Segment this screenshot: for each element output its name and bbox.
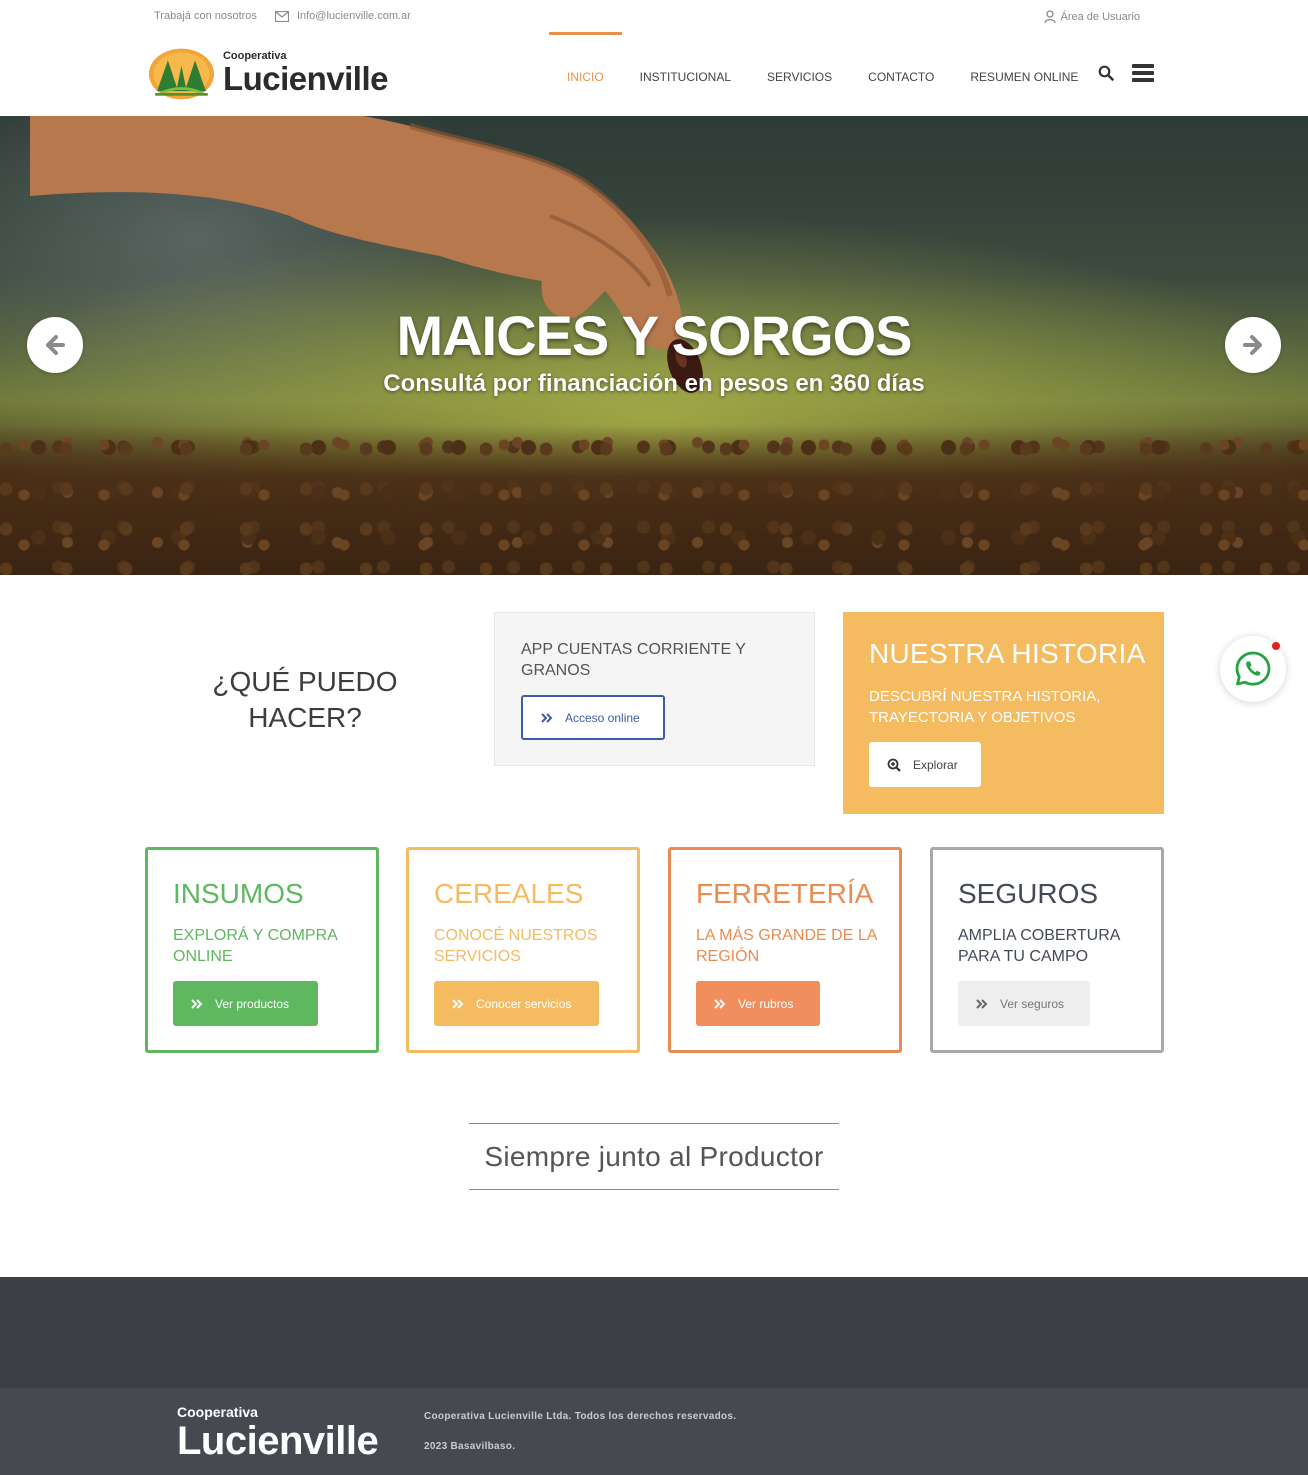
email-text: Info@lucienville.com.ar	[296, 10, 411, 22]
explore-label: Explorar	[913, 757, 958, 772]
soil-background	[0, 425, 1308, 575]
brand-logo[interactable]: Cooperativa Lucienville	[148, 44, 389, 104]
search-icon[interactable]	[1098, 65, 1114, 81]
what-can-i-do-heading: ¿QUÉ PUEDO HACER?	[212, 666, 398, 733]
tagline: Siempre junto al Productor	[469, 1123, 839, 1190]
user-icon	[1043, 10, 1056, 23]
button-label: Ver seguros	[1000, 996, 1065, 1011]
footer-logo[interactable]: Cooperativa Lucienville	[177, 1404, 379, 1463]
card-subtitle: CONOCÉ NUESTROS SERVICIOS	[434, 927, 598, 965]
button-label: Ver productos	[215, 996, 290, 1011]
zoom-in-icon	[887, 758, 901, 772]
brand-wordmark: Cooperativa Lucienville	[222, 50, 389, 97]
user-area-link[interactable]: Área de Usuario	[1043, 10, 1141, 23]
double-chevron-right-icon	[541, 712, 553, 723]
slider-prev-button[interactable]	[27, 317, 83, 373]
logo-emblem-icon	[148, 48, 215, 100]
brand-name-text: Lucienville	[222, 60, 389, 97]
online-access-label: Acceso online	[565, 710, 640, 725]
online-access-button[interactable]: Acceso online	[521, 695, 665, 740]
history-subtitle: DESCUBRÍ NUESTRA HISTORIA, TRAYECTORIA Y…	[869, 688, 1101, 726]
card-title: CEREALES	[434, 878, 584, 909]
button-label: Conocer servicios	[476, 996, 572, 1011]
whatsapp-icon	[1235, 651, 1271, 686]
top-bar-left: Trabajá con nosotros Info@lucienville.co…	[154, 10, 411, 22]
nav-item-servicios[interactable]: SERVICIOS	[749, 32, 850, 116]
card-subtitle: AMPLIA COBERTURA PARA TU CAMPO	[958, 927, 1120, 965]
footer-year: 2023 Basavilbaso.	[424, 1441, 516, 1452]
card-title: INSUMOS	[173, 878, 304, 909]
nav-item-contacto[interactable]: CONTACTO	[850, 32, 952, 116]
main-nav: INICIO INSTITUCIONAL SERVICIOS CONTACTO …	[549, 32, 1096, 116]
nav-icons	[1098, 64, 1154, 82]
notification-dot	[1272, 642, 1280, 650]
hamburger-icon[interactable]	[1132, 64, 1154, 82]
card-ferreteria: FERRETERÍA LA MÁS GRANDE DE LA REGIÓN Ve…	[668, 847, 902, 1053]
double-chevron-right-icon	[976, 998, 988, 1009]
button-label: Ver rubros	[738, 996, 794, 1011]
hero-slider: MAICES Y SORGOS Consultá por financiació…	[0, 116, 1308, 575]
history-box: NUESTRA HISTORIA DESCUBRÍ NUESTRA HISTOR…	[843, 612, 1164, 814]
footer-brand-small: Cooperativa	[177, 1404, 258, 1420]
footer-copyright: Cooperativa Lucienville Ltda. Todos los …	[424, 1411, 737, 1422]
envelope-icon	[274, 10, 289, 22]
nav-item-inicio[interactable]: INICIO	[549, 32, 622, 116]
arrow-right-icon	[1243, 335, 1262, 355]
top-bar: Trabajá con nosotros Info@lucienville.co…	[0, 0, 1308, 32]
nav-item-institucional[interactable]: INSTITUCIONAL	[622, 32, 749, 116]
footer-brand-name: Lucienville	[177, 1419, 379, 1463]
know-services-button[interactable]: Conocer servicios	[434, 981, 599, 1026]
view-insurance-button[interactable]: Ver seguros	[958, 981, 1090, 1026]
hero-subtitle: Consultá por financiación en pesos en 36…	[383, 370, 925, 397]
double-chevron-right-icon	[714, 998, 726, 1009]
card-subtitle: LA MÁS GRANDE DE LA REGIÓN	[696, 927, 877, 965]
explore-button[interactable]: Explorar	[869, 742, 981, 787]
card-title: FERRETERÍA	[696, 878, 874, 909]
nav-item-resumen-online[interactable]: RESUMEN ONLINE	[952, 32, 1096, 116]
view-categories-button[interactable]: Ver rubros	[696, 981, 820, 1026]
footer-top	[0, 1277, 1308, 1388]
card-title: SEGUROS	[958, 878, 1099, 909]
app-accounts-box: APP CUENTAS CORRIENTE Y GRANOS Acceso on…	[494, 612, 815, 766]
work-with-us-link[interactable]: Trabajá con nosotros	[154, 10, 257, 22]
card-seguros: SEGUROS AMPLIA COBERTURA PARA TU CAMPO V…	[930, 847, 1164, 1053]
double-chevron-right-icon	[191, 998, 203, 1009]
site-header: Cooperativa Lucienville INICIO INSTITUCI…	[0, 32, 1308, 116]
arrow-left-icon	[46, 335, 65, 355]
app-box-title: APP CUENTAS CORRIENTE Y GRANOS	[521, 641, 746, 679]
card-subtitle: EXPLORÁ Y COMPRA ONLINE	[173, 927, 337, 965]
user-area-text: Área de Usuario	[1060, 10, 1141, 23]
card-insumos: INSUMOS EXPLORÁ Y COMPRA ONLINE Ver prod…	[145, 847, 379, 1053]
whatsapp-button[interactable]	[1220, 636, 1286, 702]
card-cereales: CEREALES CONOCÉ NUESTROS SERVICIOS Conoc…	[406, 847, 640, 1053]
history-title: NUESTRA HISTORIA	[869, 638, 1146, 669]
view-products-button[interactable]: Ver productos	[173, 981, 318, 1026]
double-chevron-right-icon	[452, 998, 464, 1009]
hero-title: MAICES Y SORGOS	[396, 304, 912, 367]
slider-next-button[interactable]	[1225, 317, 1281, 373]
email-link[interactable]: Info@lucienville.com.ar	[274, 10, 411, 22]
